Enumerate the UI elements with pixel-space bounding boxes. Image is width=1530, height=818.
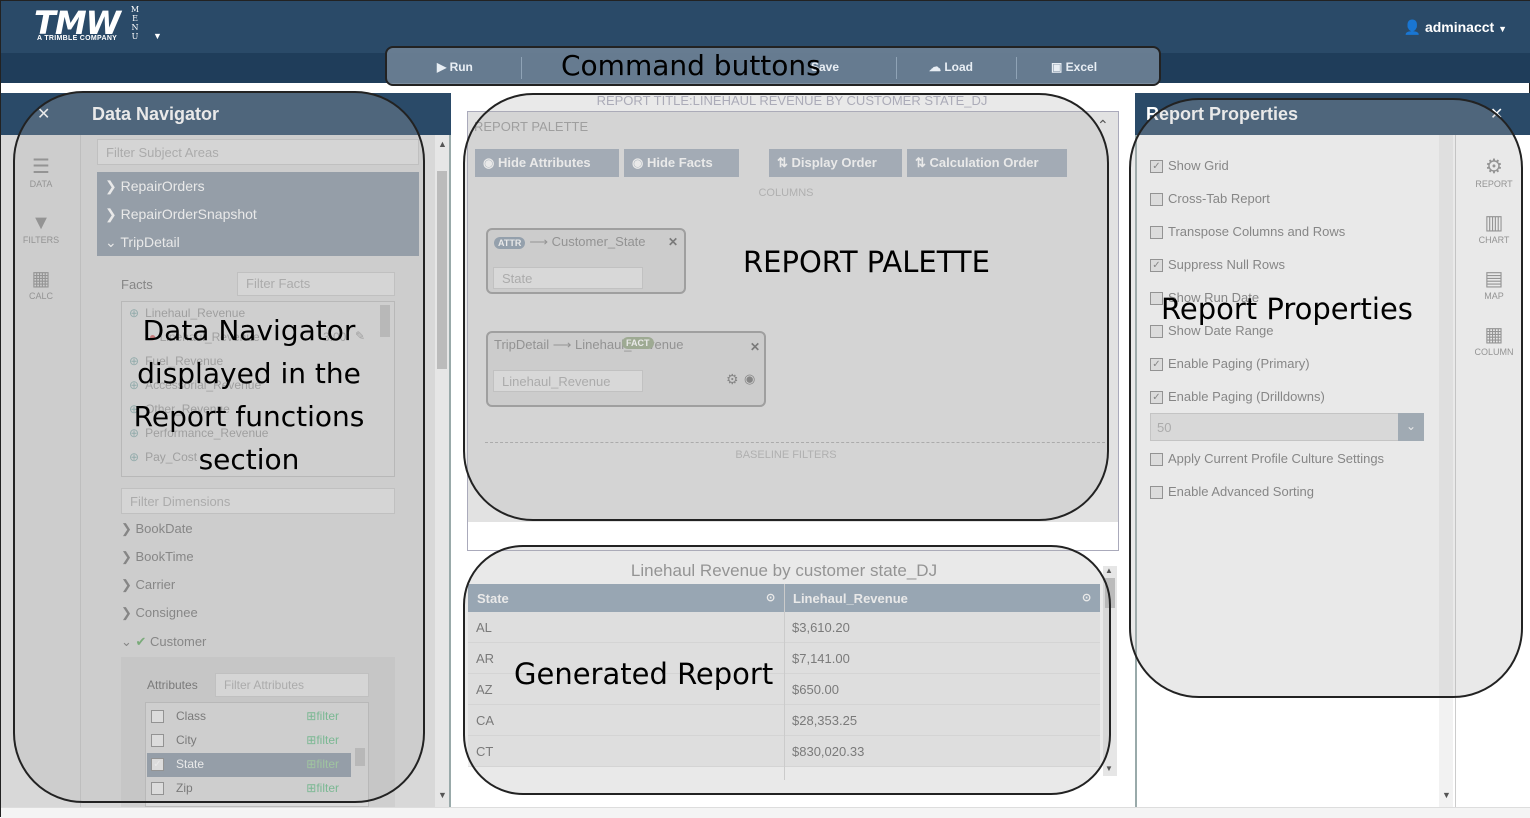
run-button[interactable]: ▶ Run [437,60,473,74]
excel-icon: ▣ [1051,60,1066,74]
scroll-down-icon[interactable]: ▼ [438,790,447,800]
chevron-down-icon: ▼ [1498,24,1507,34]
scroll-up-icon[interactable]: ▲ [438,139,447,149]
bottom-status-bar [1,807,1530,818]
command-divider [1016,57,1017,79]
menu-letter: M [130,5,140,14]
command-divider [896,57,897,79]
navigator-scroll-thumb[interactable] [437,171,447,369]
logo-subtitle: A TRIMBLE COMPANY [37,35,118,42]
command-divider [521,57,522,79]
menu-letter: U [131,32,139,41]
menu-caret-icon[interactable]: ▼ [153,31,162,41]
menu-letter: N [131,23,139,32]
report-properties-overlay [1129,98,1523,698]
load-label: Load [944,60,974,74]
cloud-icon: ☁ [929,60,945,74]
main-menu-button[interactable]: M E N U [129,5,141,41]
user-icon: 👤 [1403,19,1425,35]
menu-letter: E [132,14,138,23]
excel-button[interactable]: ▣ Excel [1051,60,1097,74]
username: adminacct [1424,19,1495,35]
data-navigator-annotation: Data Navigator displayed in the Report f… [133,314,365,476]
scroll-down-icon[interactable]: ▼ [1442,790,1451,800]
load-button[interactable]: ☁ Load [929,60,973,74]
user-menu[interactable]: 👤 adminacct ▼ [1404,19,1507,36]
report-palette-annotation: REPORT PALETTE [743,245,990,279]
scroll-down-icon[interactable]: ▼ [1105,764,1113,773]
report-properties-annotation: Report Properties [1161,292,1413,326]
command-buttons-annotation: Command buttons [561,49,821,82]
play-icon: ▶ [437,60,450,74]
report-palette-overlay [463,93,1109,521]
generated-report-annotation: Generated Report [514,657,774,691]
scroll-up-icon[interactable]: ▲ [1105,566,1113,575]
excel-label: Excel [1065,60,1098,74]
run-label: Run [449,60,473,74]
